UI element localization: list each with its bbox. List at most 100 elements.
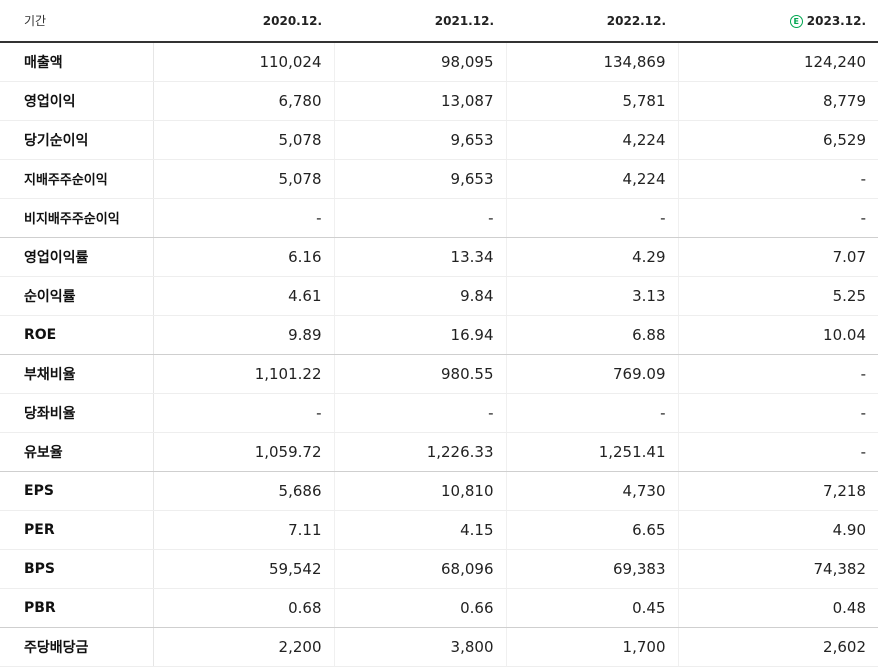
cell-value: 9,653: [334, 159, 507, 199]
row-label: 매출액: [0, 42, 154, 82]
cell-value: -: [678, 393, 878, 433]
cell-value: 4,730: [506, 471, 679, 511]
cell-value: 124,240: [678, 42, 878, 82]
cell-value: 0.48: [678, 588, 878, 628]
table-row: 당기순이익 5,078 9,653 4,224 6,529: [0, 120, 878, 160]
cell-value: 110,024: [153, 42, 335, 82]
cell-value: 1,700: [506, 627, 679, 667]
cell-value: 7.07: [678, 237, 878, 277]
cell-value: 13,087: [334, 81, 507, 121]
cell-value: 6.65: [506, 510, 679, 550]
cell-value: 68,096: [334, 549, 507, 589]
cell-value: 5,686: [153, 471, 335, 511]
cell-value: 9,653: [334, 120, 507, 160]
table-row: 당좌비율 - - - -: [0, 393, 878, 433]
cell-value: 13.34: [334, 237, 507, 277]
cell-value: 69,383: [506, 549, 679, 589]
cell-value: -: [334, 393, 507, 433]
cell-value: 4.61: [153, 276, 335, 316]
row-label: 영업이익률: [0, 237, 154, 277]
cell-value: 6,529: [678, 120, 878, 160]
header-row: 기간 2020.12. 2021.12. 2022.12. E 2023.12.: [0, 0, 878, 43]
cell-value: 3,800: [334, 627, 507, 667]
table-row: PBR 0.68 0.66 0.45 0.48: [0, 588, 878, 628]
cell-value: -: [506, 198, 679, 238]
row-label: EPS: [0, 471, 154, 511]
cell-value: 98,095: [334, 42, 507, 82]
cell-value: 5,078: [153, 159, 335, 199]
table-row: 비지배주주순이익 - - - -: [0, 198, 878, 238]
table-row: BPS 59,542 68,096 69,383 74,382: [0, 549, 878, 589]
cell-value: -: [334, 198, 507, 238]
cell-value: 2,602: [678, 627, 878, 667]
financial-summary-table: 기간 2020.12. 2021.12. 2022.12. E 2023.12. …: [0, 0, 878, 667]
row-label: 유보율: [0, 432, 154, 472]
cell-value: -: [153, 198, 335, 238]
cell-value: 769.09: [506, 354, 679, 394]
cell-value: 2,200: [153, 627, 335, 667]
cell-value: -: [506, 393, 679, 433]
cell-value: 16.94: [334, 315, 507, 355]
row-label: ROE: [0, 315, 154, 355]
cell-value: 5,078: [153, 120, 335, 160]
cell-value: 4.29: [506, 237, 679, 277]
table-row: 영업이익 6,780 13,087 5,781 8,779: [0, 81, 878, 121]
cell-value: -: [678, 354, 878, 394]
cell-value: 980.55: [334, 354, 507, 394]
cell-value: 6.16: [153, 237, 335, 277]
period-header-2022: 2022.12.: [506, 0, 678, 43]
period-header-2021: 2021.12.: [334, 0, 506, 43]
cell-value: 1,101.22: [153, 354, 335, 394]
cell-value: 1,226.33: [334, 432, 507, 472]
cell-value: 59,542: [153, 549, 335, 589]
cell-value: 0.66: [334, 588, 507, 628]
period-header-label: 기간: [0, 0, 153, 43]
row-label: PER: [0, 510, 154, 550]
table-row: EPS 5,686 10,810 4,730 7,218: [0, 471, 878, 511]
table-row: 순이익률 4.61 9.84 3.13 5.25: [0, 276, 878, 316]
cell-value: 0.45: [506, 588, 679, 628]
row-label: 지배주주순이익: [0, 159, 154, 199]
estimate-icon: E: [789, 14, 803, 28]
cell-value: 0.68: [153, 588, 335, 628]
cell-value: 6,780: [153, 81, 335, 121]
cell-value: 9.89: [153, 315, 335, 355]
cell-value: 4,224: [506, 120, 679, 160]
period-header-2020: 2020.12.: [153, 0, 334, 43]
row-label: PBR: [0, 588, 154, 628]
cell-value: 7.11: [153, 510, 335, 550]
cell-value: 1,059.72: [153, 432, 335, 472]
table-row: 매출액 110,024 98,095 134,869 124,240: [0, 42, 878, 82]
cell-value: 10,810: [334, 471, 507, 511]
table-row: ROE 9.89 16.94 6.88 10.04: [0, 315, 878, 355]
cell-value: -: [678, 159, 878, 199]
row-label: 주당배당금: [0, 627, 154, 667]
cell-value: 6.88: [506, 315, 679, 355]
row-label: 당좌비율: [0, 393, 154, 433]
cell-value: 5,781: [506, 81, 679, 121]
cell-value: 4.90: [678, 510, 878, 550]
cell-value: -: [678, 432, 878, 472]
period-header-2023-estimate: E 2023.12.: [678, 0, 878, 43]
row-label: 영업이익: [0, 81, 154, 121]
row-label: 부채비율: [0, 354, 154, 394]
cell-value: 4,224: [506, 159, 679, 199]
cell-value: 7,218: [678, 471, 878, 511]
cell-value: 4.15: [334, 510, 507, 550]
row-label: 순이익률: [0, 276, 154, 316]
cell-value: 134,869: [506, 42, 679, 82]
row-label: BPS: [0, 549, 154, 589]
cell-value: 3.13: [506, 276, 679, 316]
table-row: 부채비율 1,101.22 980.55 769.09 -: [0, 354, 878, 394]
table-row: 영업이익률 6.16 13.34 4.29 7.07: [0, 237, 878, 277]
period-label-2023: 2023.12.: [806, 13, 866, 28]
row-label: 비지배주주순이익: [0, 198, 154, 238]
cell-value: -: [678, 198, 878, 238]
table-row: 지배주주순이익 5,078 9,653 4,224 -: [0, 159, 878, 199]
table-row: 주당배당금 2,200 3,800 1,700 2,602: [0, 627, 878, 667]
cell-value: 5.25: [678, 276, 878, 316]
table-row: PER 7.11 4.15 6.65 4.90: [0, 510, 878, 550]
cell-value: 9.84: [334, 276, 507, 316]
cell-value: 1,251.41: [506, 432, 679, 472]
table-row: 유보율 1,059.72 1,226.33 1,251.41 -: [0, 432, 878, 472]
